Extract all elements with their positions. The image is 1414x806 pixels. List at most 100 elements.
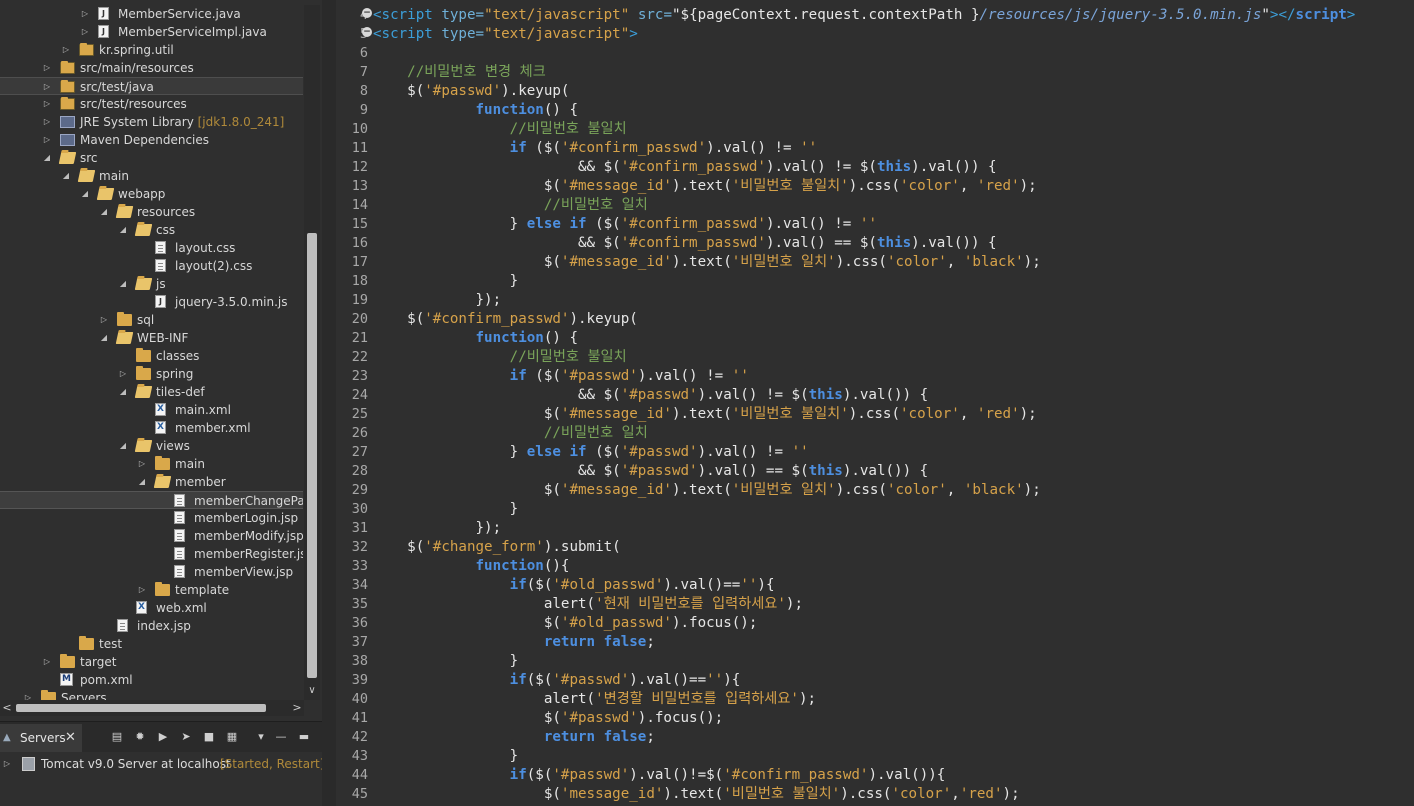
code-line[interactable]: $('#message_id').text('비밀번호 불일치').css('c… <box>373 177 1037 196</box>
collapse-arrow-icon[interactable]: ◢ <box>42 149 52 167</box>
collapse-arrow-icon[interactable]: ◢ <box>99 329 109 347</box>
code-line[interactable]: return false; <box>373 633 655 652</box>
code-line[interactable]: //비밀번호 불일치 <box>373 348 627 367</box>
view-menu-icon[interactable]: ▾ <box>254 730 268 744</box>
tree-item[interactable]: classes <box>0 347 303 365</box>
tree-item[interactable]: ▷ J MemberService.java <box>0 5 303 23</box>
minimize-icon[interactable]: — <box>274 730 288 744</box>
expand-arrow-icon[interactable]: ▷ <box>2 755 12 773</box>
expand-arrow-icon[interactable]: ▷ <box>80 5 90 23</box>
code-line[interactable]: alert('현재 비밀번호를 입력하세요'); <box>373 595 803 614</box>
code-line[interactable]: return false; <box>373 728 655 747</box>
expand-arrow-icon[interactable]: ▷ <box>99 311 109 329</box>
collapse-arrow-icon[interactable]: ◢ <box>80 185 90 203</box>
code-line[interactable]: } <box>373 747 519 766</box>
scroll-left-arrow-icon[interactable]: < <box>0 700 14 716</box>
tree-item[interactable]: Jjquery-3.5.0.min.js <box>0 293 303 311</box>
code-line[interactable]: <script type="text/javascript"> <box>373 25 638 44</box>
scroll-down-arrow-icon[interactable]: ∨ <box>304 685 320 699</box>
expand-arrow-icon[interactable]: ▷ <box>42 78 52 96</box>
fold-toggle-icon[interactable]: − <box>362 8 372 18</box>
collapse-arrow-icon[interactable]: ◢ <box>118 383 128 401</box>
code-line[interactable]: $('#message_id').text('비밀번호 일치').css('co… <box>373 253 1041 272</box>
tree-item[interactable]: ◢ css <box>0 221 303 239</box>
collapse-arrow-icon[interactable]: ◢ <box>118 221 128 239</box>
code-line[interactable]: if($('#passwd').val()==''){ <box>373 671 741 690</box>
tree-item[interactable]: ▷ kr.spring.util <box>0 41 303 59</box>
debug-icon[interactable]: ✹ <box>133 730 147 744</box>
tree-item[interactable]: ▷ sql <box>0 311 303 329</box>
tree-item[interactable]: Mpom.xml <box>0 671 303 689</box>
tree-item[interactable]: ▷ J MemberServiceImpl.java <box>0 23 303 41</box>
explorer-horizontal-scroll-thumb[interactable] <box>16 704 266 712</box>
code-line[interactable]: function(){ <box>373 557 570 576</box>
tree-item[interactable]: ▷ Maven Dependencies <box>0 131 303 149</box>
publish-icon[interactable]: ▦ <box>225 730 239 744</box>
new-server-icon[interactable]: ▤ <box>110 730 124 744</box>
stop-icon[interactable]: ■ <box>202 730 216 744</box>
tree-item[interactable]: ◢ js <box>0 275 303 293</box>
code-line[interactable]: && $('#passwd').val() != $(this).val()) … <box>373 386 928 405</box>
code-line[interactable]: $('#message_id').text('비밀번호 불일치').css('c… <box>373 405 1037 424</box>
tree-item[interactable]: ▷ main <box>0 455 303 473</box>
code-line[interactable]: }); <box>373 291 501 310</box>
code-line[interactable]: } else if ($('#confirm_passwd').val() !=… <box>373 215 877 234</box>
tree-item[interactable]: ▷ target <box>0 653 303 671</box>
code-line[interactable]: if ($('#confirm_passwd').val() != '' <box>373 139 818 158</box>
tree-item[interactable]: ◢ resources <box>0 203 303 221</box>
code-line[interactable]: $('#old_passwd').focus(); <box>373 614 758 633</box>
tree-item[interactable]: ◢ views <box>0 437 303 455</box>
tree-item[interactable]: ◢ tiles-def <box>0 383 303 401</box>
expand-arrow-icon[interactable]: ▷ <box>137 581 147 599</box>
tree-item[interactable]: Xmember.xml <box>0 419 303 437</box>
code-line[interactable]: $('#change_form').submit( <box>373 538 621 557</box>
tree-item[interactable]: memberRegister.jsp <box>0 545 303 563</box>
tree-item[interactable]: layout(2).css <box>0 257 303 275</box>
collapse-arrow-icon[interactable]: ◢ <box>61 167 71 185</box>
servers-tab[interactable]: ▲ Servers ✕ <box>0 724 82 752</box>
tree-item[interactable]: ▷ JRE System Library [jdk1.8.0_241] <box>0 113 303 131</box>
code-line[interactable]: && $('#confirm_passwd').val() == $(this)… <box>373 234 997 253</box>
code-line[interactable]: && $('#passwd').val() == $(this).val()) … <box>373 462 928 481</box>
code-line[interactable]: } <box>373 272 519 291</box>
code-line[interactable]: //비밀번호 불일치 <box>373 120 627 139</box>
expand-arrow-icon[interactable]: ▷ <box>61 41 71 59</box>
code-line[interactable]: } else if ($('#passwd').val() != '' <box>373 443 809 462</box>
tree-item[interactable]: ◢ main <box>0 167 303 185</box>
expand-arrow-icon[interactable]: ▷ <box>42 95 52 113</box>
tree-item[interactable]: ◢ webapp <box>0 185 303 203</box>
explorer-vertical-scroll-thumb[interactable] <box>307 233 317 678</box>
tree-item[interactable]: test <box>0 635 303 653</box>
tree-item[interactable]: ▷ src/test/java <box>0 77 303 95</box>
tree-item[interactable]: ◢ WEB-INF <box>0 329 303 347</box>
expand-arrow-icon[interactable]: ▷ <box>42 653 52 671</box>
collapse-arrow-icon[interactable]: ◢ <box>137 473 147 491</box>
tree-item[interactable]: memberView.jsp <box>0 563 303 581</box>
start-icon[interactable]: ▶ <box>156 730 170 744</box>
tree-item[interactable]: index.jsp <box>0 617 303 635</box>
code-line[interactable]: //비밀번호 일치 <box>373 424 648 443</box>
expand-arrow-icon[interactable]: ▷ <box>80 23 90 41</box>
tree-item[interactable]: ◢ src <box>0 149 303 167</box>
explorer-horizontal-scrollbar[interactable]: < > <box>0 700 304 716</box>
code-line[interactable]: if($('#old_passwd').val()==''){ <box>373 576 775 595</box>
code-line[interactable]: } <box>373 500 519 519</box>
code-line[interactable]: $('#confirm_passwd').keyup( <box>373 310 638 329</box>
profile-icon[interactable]: ➤ <box>179 730 193 744</box>
tree-item[interactable]: ▷ src/test/resources <box>0 95 303 113</box>
code-line[interactable]: //비밀번호 변경 체크 <box>373 63 546 82</box>
collapse-arrow-icon[interactable]: ◢ <box>118 275 128 293</box>
close-icon[interactable]: ✕ <box>65 724 76 752</box>
tree-item[interactable]: memberChangePasswor <box>0 491 303 509</box>
scroll-right-arrow-icon[interactable]: > <box>290 700 304 716</box>
code-area[interactable]: <script type="text/javascript" src="${pa… <box>373 0 1414 806</box>
code-line[interactable]: function() { <box>373 101 579 120</box>
code-line[interactable]: if($('#passwd').val()!=$('#confirm_passw… <box>373 766 946 785</box>
collapse-arrow-icon[interactable]: ◢ <box>99 203 109 221</box>
expand-arrow-icon[interactable]: ▷ <box>137 455 147 473</box>
code-line[interactable]: }); <box>373 519 501 538</box>
code-line[interactable]: $('message_id').text('비밀번호 불일치').css('co… <box>373 785 1020 804</box>
code-line[interactable]: } <box>373 652 519 671</box>
tree-item[interactable]: ▷ spring <box>0 365 303 383</box>
tree-item[interactable]: ◢ member <box>0 473 303 491</box>
